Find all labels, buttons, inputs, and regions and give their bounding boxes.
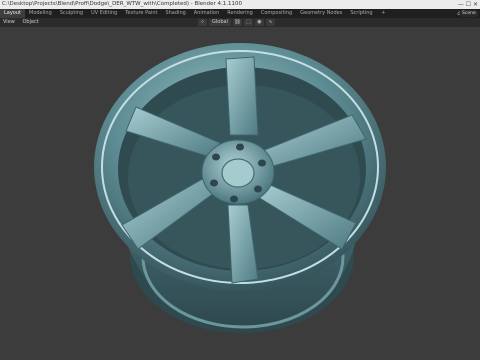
window-controls[interactable]: — ☐ ✕ [458,0,478,9]
workspace-tab-uv-editing[interactable]: UV Editing [87,9,121,18]
workspace-tab-modeling[interactable]: Modeling [25,9,56,18]
workspace-tab-compositing[interactable]: Compositing [257,9,296,18]
pivot-icon[interactable]: ⛓ [232,19,242,26]
orientation-icon[interactable]: ⊹ [198,19,207,26]
workspace-tab-layout[interactable]: Layout [0,9,25,18]
add-workspace-button[interactable]: + [378,9,388,18]
workspace-tab-sculpting[interactable]: Sculpting [56,9,87,18]
transform-orientation-dropdown[interactable]: Global [209,19,231,26]
workspace-tab-shading[interactable]: Shading [161,9,189,18]
proportional-edit-icon[interactable]: ◉ [254,19,264,26]
spoke-top [225,56,259,136]
falloff-icon[interactable]: ∿ [265,19,275,26]
wheel-render [94,43,386,334]
workspace-tab-rendering[interactable]: Rendering [223,9,257,18]
workspace-tab-scripting[interactable]: Scripting [346,9,376,18]
workspace-tab-animation[interactable]: Animation [190,9,224,18]
workspace-bar: Layout Modeling Sculpting UV Editing Texture… [0,9,480,18]
viewport-header: View Object ⊹ Global ⛓ ⬚ ◉ ∿ [0,18,480,27]
window-title: C:\Desktop\Projects\Blend\Proff\Dodge\_D… [2,1,243,7]
transform-tools: ⊹ Global ⛓ ⬚ ◉ ∿ [198,19,275,26]
snap-icon[interactable]: ⬚ [243,19,253,26]
scene-selector[interactable]: Scene [460,10,478,17]
workspace-tab-texture-paint[interactable]: Texture Paint [121,9,161,18]
window-titlebar: C:\Desktop\Projects\Blend\Proff\Dodge\_D… [0,0,480,9]
view-menu[interactable]: View [0,18,18,27]
wheel-center-cap [221,158,255,188]
workspace-tab-geometry-nodes[interactable]: Geometry Nodes [296,9,346,18]
workspace-tabs: Layout Modeling Sculpting UV Editing Texture… [0,9,377,18]
3d-viewport[interactable] [0,27,480,360]
object-menu[interactable]: Object [19,18,41,27]
